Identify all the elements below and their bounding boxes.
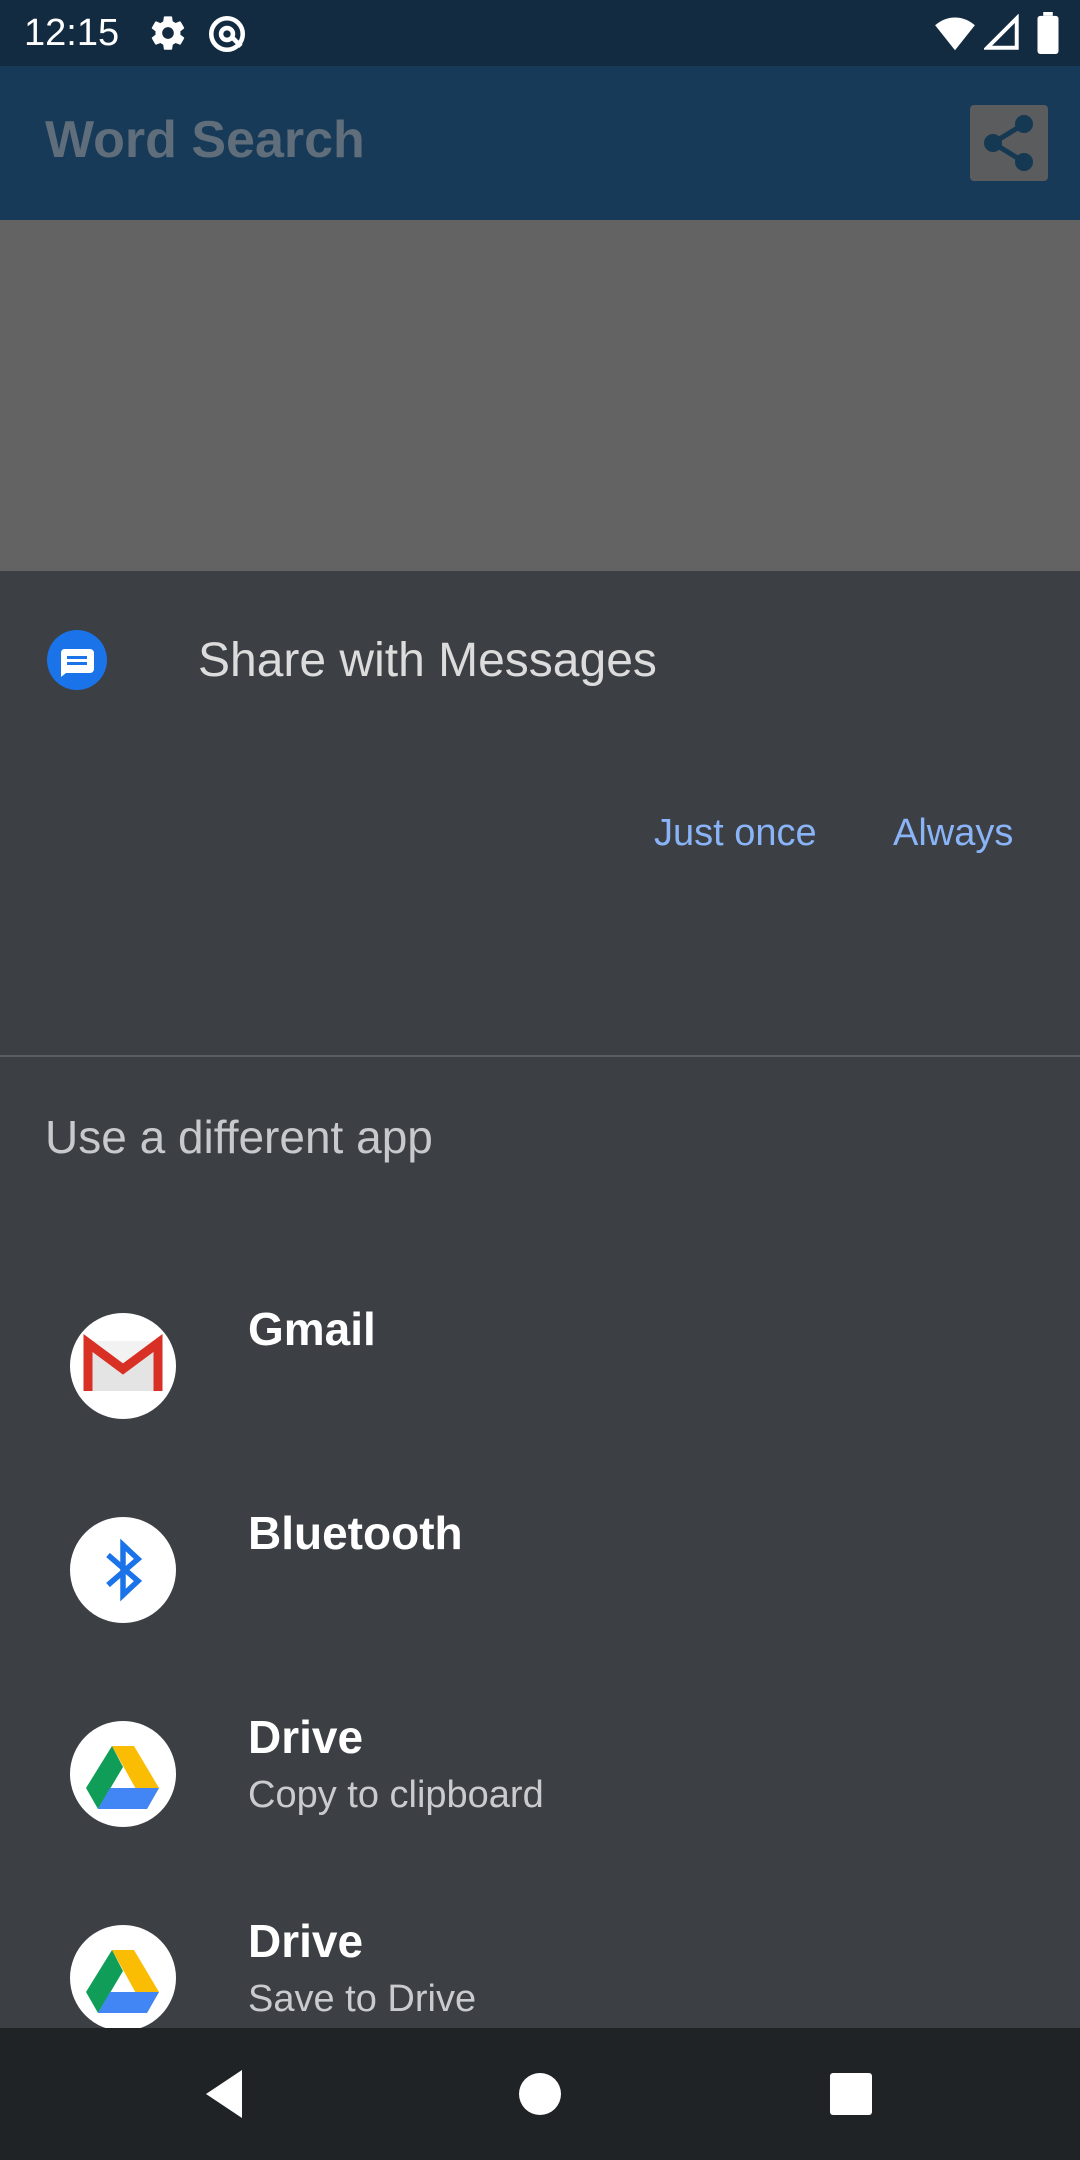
gear-icon bbox=[148, 13, 188, 58]
bluetooth-icon bbox=[70, 1517, 176, 1623]
back-icon[interactable] bbox=[196, 2064, 256, 2124]
default-app-row[interactable]: Share with Messages bbox=[0, 571, 1080, 756]
wifi-icon bbox=[934, 14, 976, 57]
app-row-drive-copy[interactable]: Drive Copy to clipboard bbox=[0, 1671, 1080, 1875]
always-button[interactable]: Always bbox=[893, 808, 1013, 858]
home-icon[interactable] bbox=[510, 2064, 570, 2124]
app-subtitle: Save to Drive bbox=[248, 1978, 477, 2020]
gmail-icon bbox=[70, 1313, 176, 1419]
battery-icon bbox=[1036, 12, 1060, 59]
share-with-messages-title: Share with Messages bbox=[198, 634, 657, 687]
app-bar: Word Search bbox=[0, 66, 1080, 220]
signal-icon bbox=[982, 13, 1020, 57]
status-time: 12:15 bbox=[24, 12, 120, 54]
drive-icon bbox=[70, 1721, 176, 1827]
share-sheet: Share with Messages Just once Always Use… bbox=[0, 571, 1080, 2031]
navigation-bar bbox=[0, 2028, 1080, 2160]
app-name: Drive bbox=[248, 1711, 364, 1763]
status-bar: 12:15 bbox=[0, 0, 1080, 66]
dimmed-background[interactable] bbox=[0, 220, 1080, 571]
app-title: Word Search bbox=[45, 111, 365, 169]
share-button[interactable] bbox=[970, 105, 1048, 181]
share-icon bbox=[984, 115, 1033, 171]
app-name: Drive bbox=[248, 1915, 364, 1967]
at-sync-icon bbox=[206, 13, 248, 60]
recents-icon[interactable] bbox=[821, 2064, 881, 2124]
divider bbox=[0, 1055, 1080, 1057]
just-once-button[interactable]: Just once bbox=[654, 808, 817, 858]
app-name: Gmail bbox=[248, 1303, 376, 1355]
messages-icon bbox=[47, 630, 107, 690]
app-row-gmail[interactable]: Gmail bbox=[0, 1263, 1080, 1467]
app-row-bluetooth[interactable]: Bluetooth bbox=[0, 1467, 1080, 1671]
app-subtitle: Copy to clipboard bbox=[248, 1774, 544, 1816]
section-title: Use a different app bbox=[45, 1111, 433, 1163]
drive-icon bbox=[70, 1925, 176, 2031]
app-name: Bluetooth bbox=[248, 1507, 463, 1559]
